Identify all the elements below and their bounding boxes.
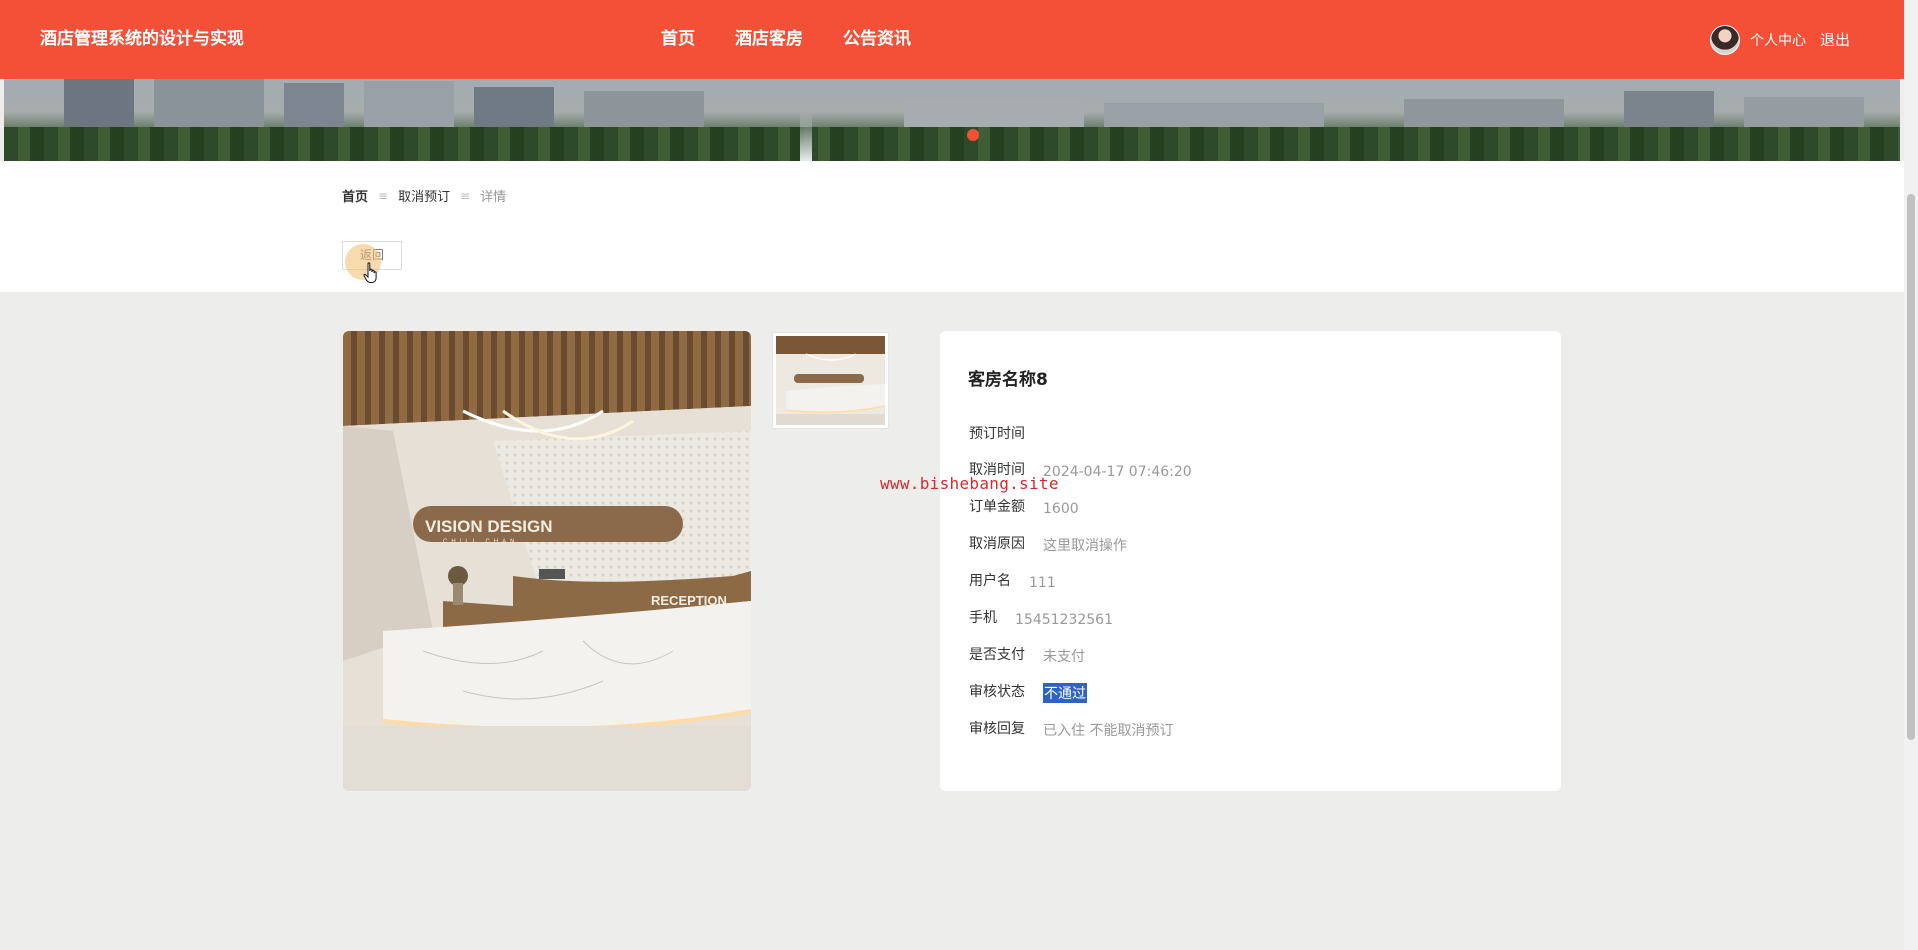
field-value: 已入住 不能取消预订 — [1043, 723, 1174, 739]
nav-hotel-rooms[interactable]: 酒店客房 — [735, 0, 803, 79]
logo-subtext: CHILL CHAN — [443, 539, 518, 545]
nav-home[interactable]: 首页 — [661, 0, 695, 79]
field-cancel-reason: 取消原因 这里取消操作 — [969, 533, 1127, 554]
room-thumbnail[interactable] — [772, 332, 889, 429]
scrollbar-thumb[interactable] — [1907, 194, 1915, 740]
field-value-selected: 不通过 — [1043, 683, 1087, 703]
logo-text: VISION DESIGN — [425, 517, 553, 536]
top-navbar: 酒店管理系统的设计与实现 首页 酒店客房 公告资讯 个人中心 退出 — [0, 0, 1904, 79]
field-phone: 手机 15451232561 — [969, 607, 1113, 628]
room-main-image: VISION DESIGN CHILL CHAN RECEPTION — [343, 331, 751, 791]
user-center-link[interactable]: 个人中心 — [1750, 30, 1806, 50]
nav-announcements[interactable]: 公告资讯 — [843, 0, 911, 79]
breadcrumb-separator: ≡ — [460, 188, 471, 203]
page-header — [0, 161, 1904, 292]
banner-image — [4, 79, 1900, 161]
logout-link[interactable]: 退出 — [1820, 29, 1850, 50]
breadcrumb: 首页 ≡ 取消预订 ≡ 详情 — [342, 186, 507, 206]
field-label: 订单金额 — [969, 499, 1025, 515]
field-paid: 是否支付 未支付 — [969, 644, 1085, 665]
room-name-title: 客房名称8 — [968, 370, 1048, 390]
page-scrollbar[interactable] — [1904, 0, 1918, 950]
site-title[interactable]: 酒店管理系统的设计与实现 — [40, 0, 244, 79]
field-label: 取消原因 — [969, 536, 1025, 552]
watermark: www.bishebang.site — [880, 474, 1059, 493]
field-value: 111 — [1029, 575, 1056, 591]
field-review-status: 审核状态 不通过 — [969, 681, 1087, 703]
main-nav: 首页 酒店客房 公告资讯 — [661, 0, 951, 79]
field-label: 手机 — [969, 610, 997, 626]
booking-detail-card: 客房名称8 预订时间 取消时间 2024-04-17 07:46:20 订单金额… — [940, 331, 1561, 791]
field-value: 未支付 — [1043, 649, 1085, 665]
avatar[interactable] — [1709, 24, 1740, 55]
breadcrumb-cancel-booking[interactable]: 取消预订 — [398, 186, 450, 205]
field-label: 预订时间 — [969, 426, 1025, 442]
field-booking-time: 预订时间 — [969, 423, 1043, 443]
field-value: 2024-04-17 07:46:20 — [1043, 464, 1192, 480]
field-label: 用户名 — [969, 573, 1011, 589]
field-value: 1600 — [1043, 501, 1079, 517]
field-username: 用户名 111 — [969, 570, 1056, 591]
user-area: 个人中心 退出 — [1709, 0, 1850, 79]
carousel-dot-active[interactable] — [967, 129, 979, 141]
field-value: 15451232561 — [1015, 612, 1113, 628]
field-value: 这里取消操作 — [1043, 538, 1127, 554]
field-order-amount: 订单金额 1600 — [969, 496, 1079, 517]
field-label: 是否支付 — [969, 647, 1025, 663]
hand-cursor-icon — [363, 262, 377, 283]
field-label: 审核状态 — [969, 684, 1025, 700]
field-label: 审核回复 — [969, 721, 1025, 737]
field-review-reply: 审核回复 已入住 不能取消预订 — [969, 718, 1174, 739]
breadcrumb-current: 详情 — [480, 190, 507, 205]
breadcrumb-separator: ≡ — [378, 188, 389, 203]
breadcrumb-home[interactable]: 首页 — [342, 186, 368, 205]
